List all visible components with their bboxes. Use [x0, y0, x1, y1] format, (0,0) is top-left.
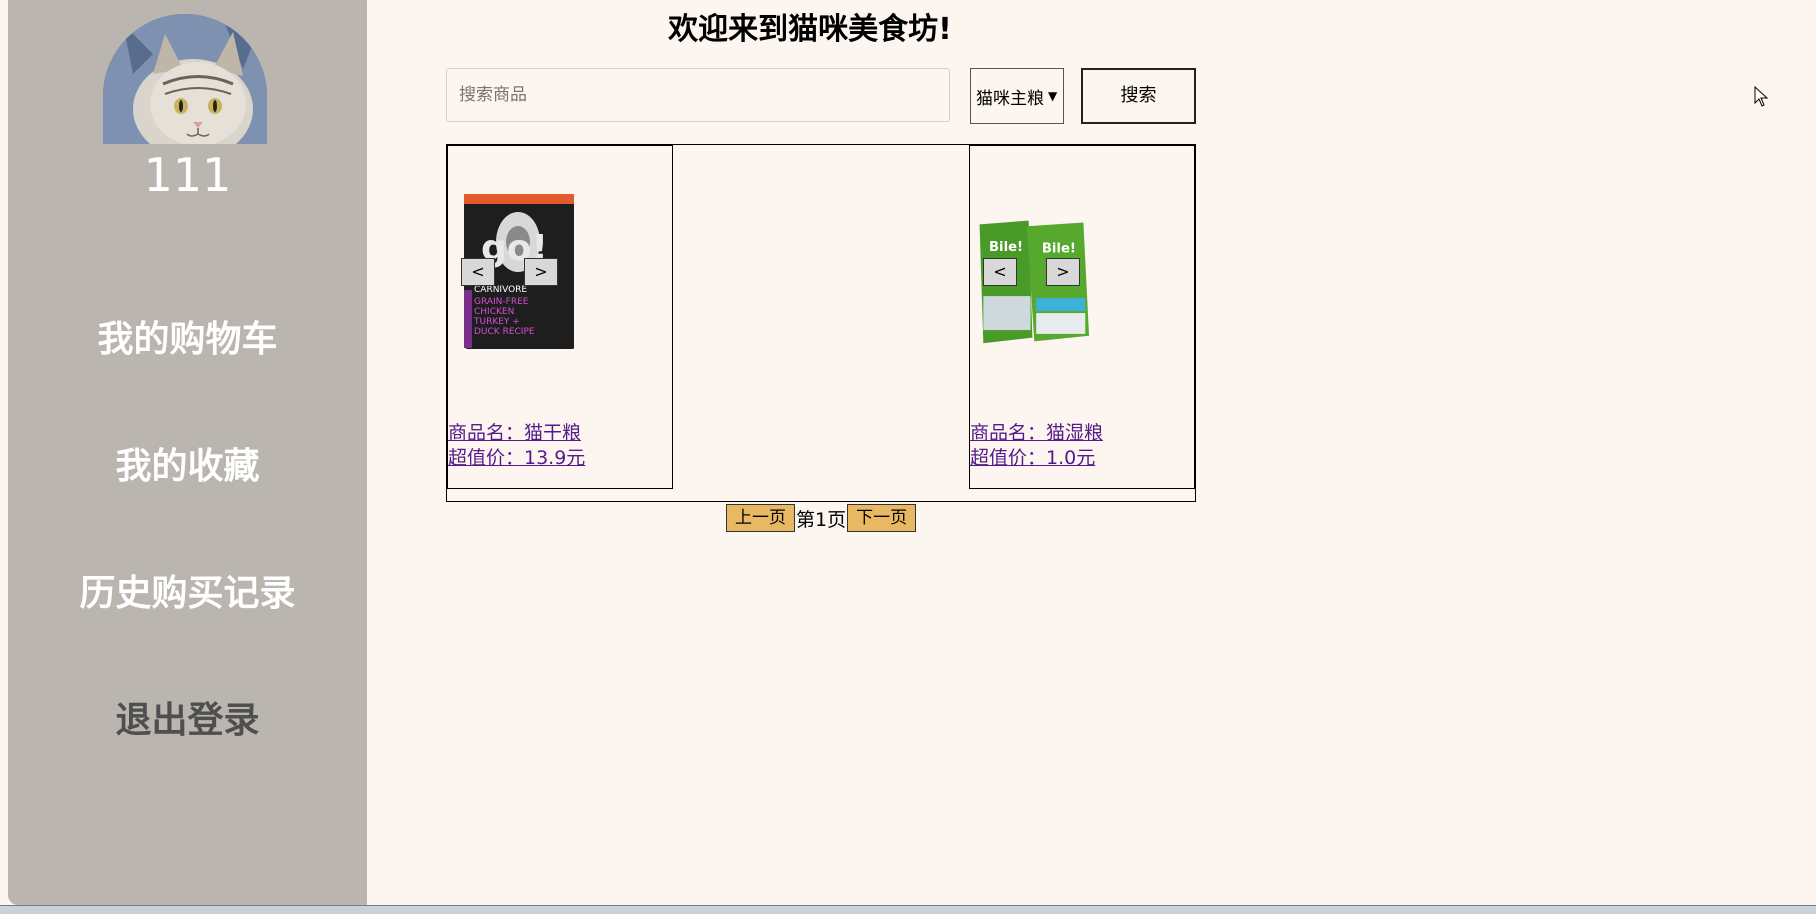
svg-text:CHICKEN: CHICKEN — [474, 307, 514, 317]
category-select[interactable]: 猫咪主粮 ▼ — [970, 68, 1064, 124]
svg-text:Bile!: Bile! — [989, 240, 1023, 255]
chevron-down-icon: ▼ — [1048, 89, 1058, 103]
product-name-link[interactable]: 商品名：猫干粮 — [448, 418, 581, 445]
carousel-prev-button[interactable]: < — [461, 258, 495, 286]
page-title: 欢迎来到猫咪美食坊! — [668, 12, 952, 47]
svg-text:DUCK RECIPE: DUCK RECIPE — [474, 327, 535, 337]
carousel-prev-button[interactable]: < — [983, 258, 1017, 286]
product-card[interactable]: Bile! Bile! < > 商品名：猫湿粮 超值价：1.0元 — [969, 145, 1195, 489]
username: 111 — [143, 148, 232, 202]
menu-item-logout[interactable]: 退出登录 — [8, 691, 367, 743]
svg-text:TURKEY +: TURKEY + — [473, 317, 520, 327]
next-page-button[interactable]: 下一页 — [847, 504, 917, 532]
carousel-next-button[interactable]: > — [1046, 258, 1080, 286]
sidebar: 111 我的购物车 我的收藏 历史购买记录 退出登录 — [8, 0, 367, 905]
product-price-link[interactable]: 超值价：13.9元 — [448, 443, 585, 470]
svg-text:Bile!: Bile! — [1042, 242, 1076, 257]
product-grid: go! CARNIVORE GRAIN-FREE CHICKEN TURKEY … — [446, 144, 1196, 502]
pagination: 上一页 第1页 下一页 — [726, 504, 917, 532]
window-edge — [0, 0, 8, 905]
menu-item-cart[interactable]: 我的购物车 — [8, 310, 367, 362]
cat-avatar-image — [103, 14, 267, 144]
category-selected-value: 猫咪主粮 — [976, 88, 1044, 109]
product-card[interactable]: go! CARNIVORE GRAIN-FREE CHICKEN TURKEY … — [447, 145, 673, 489]
menu-item-purchase-history[interactable]: 历史购买记录 — [8, 564, 367, 616]
svg-text:GRAIN-FREE: GRAIN-FREE — [474, 297, 529, 307]
page-indicator: 第1页 — [796, 508, 847, 531]
mouse-cursor-icon — [1754, 86, 1769, 107]
product-name-link[interactable]: 商品名：猫湿粮 — [970, 418, 1103, 445]
svg-text:CARNIVORE: CARNIVORE — [474, 285, 527, 295]
search-button[interactable]: 搜索 — [1081, 68, 1196, 124]
avatar[interactable] — [103, 14, 267, 144]
menu-item-favorites[interactable]: 我的收藏 — [8, 437, 367, 489]
product-price-link[interactable]: 超值价：1.0元 — [970, 443, 1095, 470]
carousel-next-button[interactable]: > — [524, 258, 558, 286]
search-input[interactable] — [446, 68, 950, 122]
prev-page-button[interactable]: 上一页 — [726, 504, 795, 532]
